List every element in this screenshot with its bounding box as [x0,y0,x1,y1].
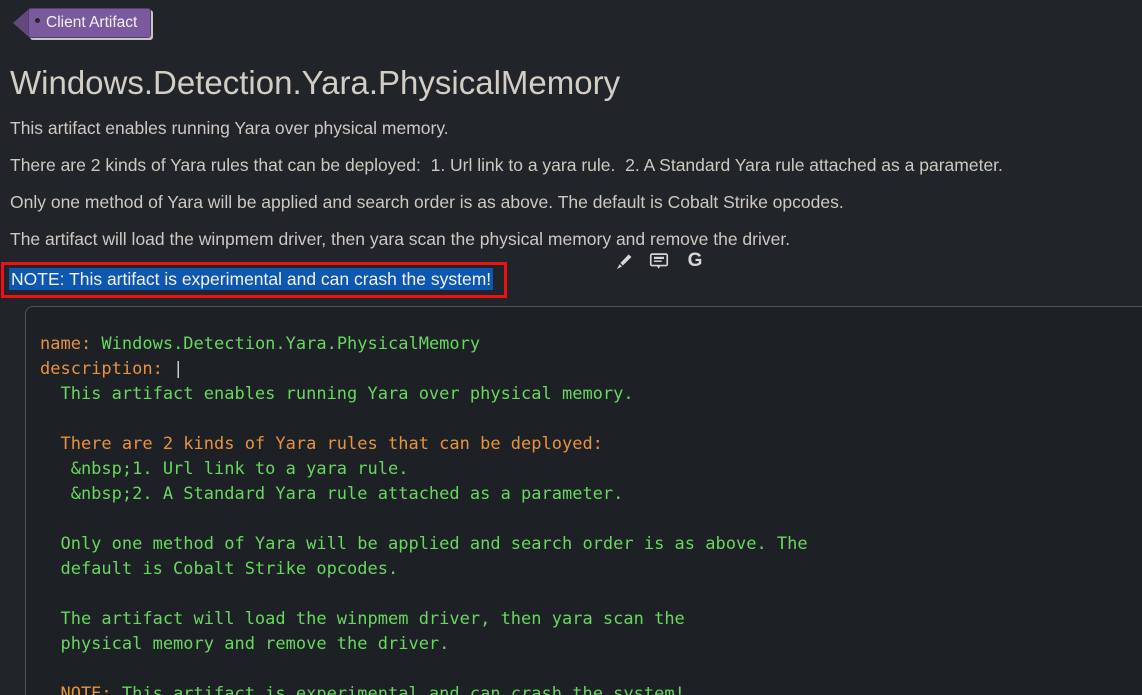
code-line: name: Windows.Detection.Yara.PhysicalMem… [40,332,1133,357]
page-title: Windows.Detection.Yara.PhysicalMemory [10,63,620,103]
code-line: &nbsp;2. A Standard Yara rule attached a… [40,482,1133,507]
description-paragraph: Only one method of Yara will be applied … [10,190,844,215]
code-line: &nbsp;1. Url link to a yara rule. [40,457,1133,482]
code-line [40,582,1133,607]
code-line: Only one method of Yara will be applied … [40,532,1133,557]
code-line: The artifact will load the winpmem drive… [40,607,1133,632]
google-icon[interactable]: G [684,250,706,272]
highlighter-icon[interactable] [612,250,634,272]
badge-body: Client Artifact [28,8,151,38]
comment-icon[interactable] [648,250,670,272]
code-line [40,407,1133,432]
code-block: name: Windows.Detection.Yara.PhysicalMem… [25,306,1142,695]
code-line: This artifact enables running Yara over … [40,382,1133,407]
code-line: There are 2 kinds of Yara rules that can… [40,432,1133,457]
note-selected-text: NOTE: This artifact is experimental and … [9,268,493,290]
code-line: description: | [40,357,1133,382]
note-annotation-box: NOTE: This artifact is experimental and … [1,262,507,298]
google-letter: G [688,250,703,272]
description-paragraph: The artifact will load the winpmem drive… [10,227,790,252]
code-line: NOTE: This artifact is experimental and … [40,682,1133,695]
code-line [40,507,1133,532]
selection-toolbar: G [612,250,706,272]
description-paragraph: There are 2 kinds of Yara rules that can… [10,153,1003,178]
artifact-detail-page: { "badge": { "label": "Client Artifact" … [0,0,1142,695]
code-line: default is Cobalt Strike opcodes. [40,557,1133,582]
code-line [40,657,1133,682]
code-line: physical memory and remove the driver. [40,632,1133,657]
badge-label: Client Artifact [46,14,137,32]
badge-dot-icon [35,18,40,23]
description-paragraph: This artifact enables running Yara over … [10,116,449,141]
artifact-type-badge: Client Artifact [13,8,151,38]
